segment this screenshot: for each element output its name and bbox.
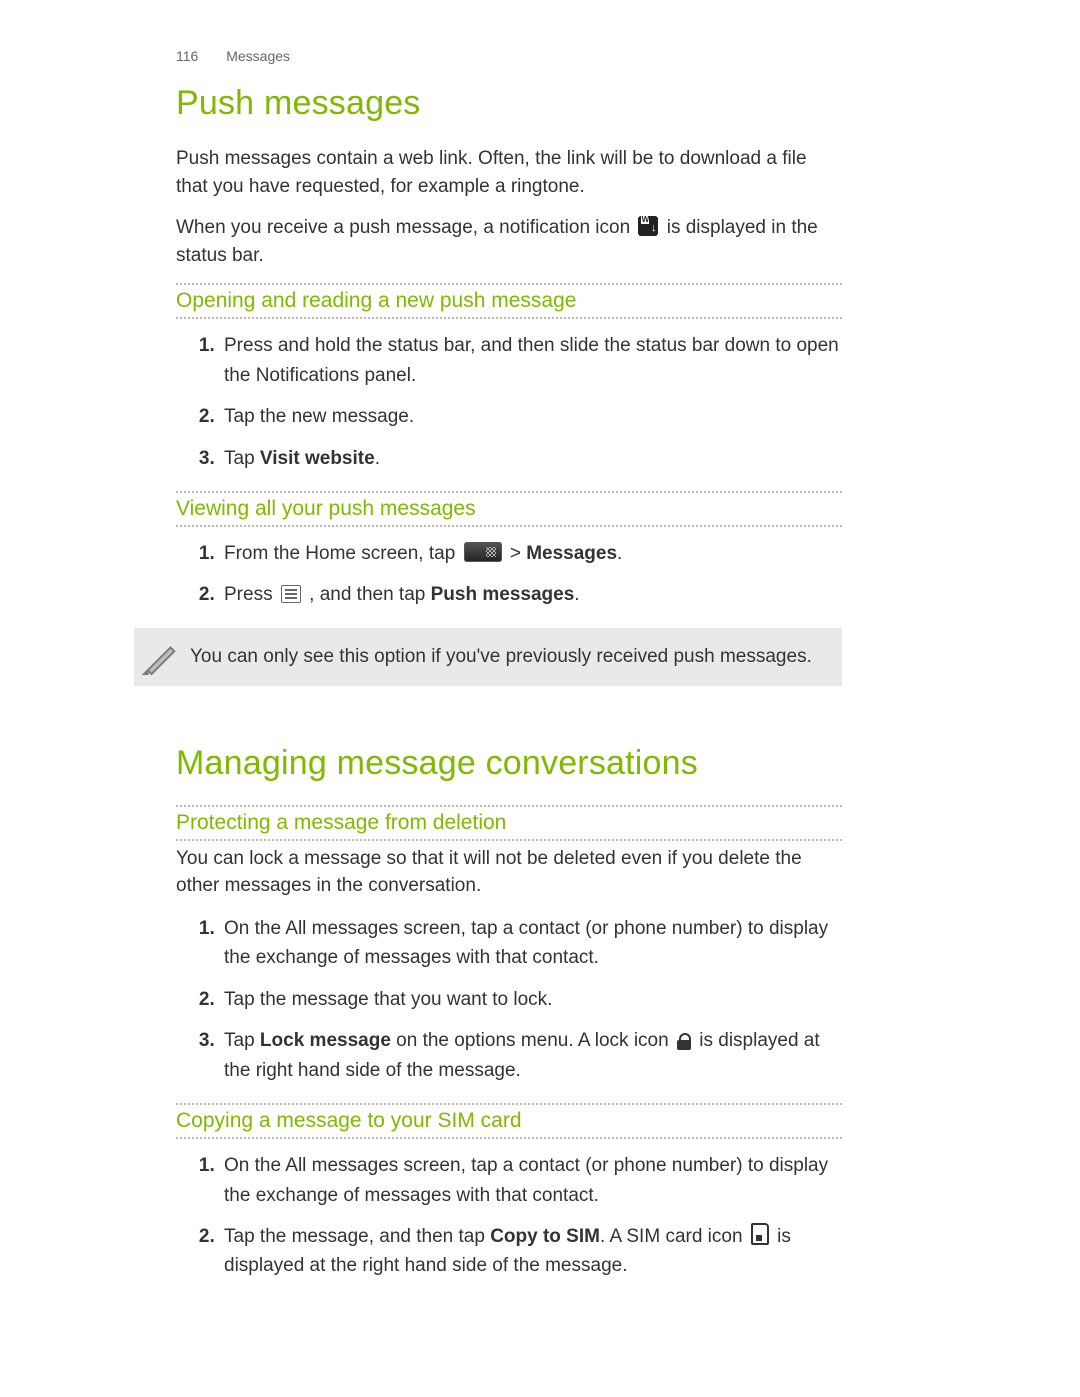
list-item: Tap the message, and then tap Copy to SI… bbox=[220, 1222, 842, 1281]
list-item: Press and hold the status bar, and then … bbox=[220, 331, 842, 390]
list-item: Tap the message that you want to lock. bbox=[220, 985, 842, 1014]
subheading-opening-push: Opening and reading a new push message bbox=[176, 289, 842, 313]
list-item: Tap Lock message on the options menu. A … bbox=[220, 1026, 842, 1085]
text: > bbox=[505, 543, 527, 564]
page-content: Managing message conversations Protectin… bbox=[176, 744, 842, 1281]
steps-viewing-push: From the Home screen, tap > Messages. Pr… bbox=[176, 539, 842, 610]
divider bbox=[176, 491, 842, 493]
push-notification-icon bbox=[638, 216, 658, 236]
text: . A SIM card icon bbox=[600, 1226, 748, 1247]
action-label: Push messages bbox=[431, 584, 575, 605]
divider bbox=[176, 839, 842, 841]
steps-opening-push: Press and hold the status bar, and then … bbox=[176, 331, 842, 473]
paragraph: You can lock a message so that it will n… bbox=[176, 845, 842, 900]
list-item: On the All messages screen, tap a contac… bbox=[220, 914, 842, 973]
list-item: On the All messages screen, tap a contac… bbox=[220, 1151, 842, 1210]
all-apps-icon bbox=[464, 542, 502, 562]
paragraph: Push messages contain a web link. Often,… bbox=[176, 145, 842, 200]
action-label: Messages bbox=[526, 543, 617, 564]
section-name: Messages bbox=[226, 48, 290, 64]
menu-icon bbox=[281, 585, 301, 603]
action-label: Copy to SIM bbox=[490, 1226, 600, 1247]
text: Tap bbox=[224, 448, 260, 469]
document-page: 116 Messages Push messages Push messages… bbox=[0, 0, 1080, 1281]
text: , and then tap bbox=[304, 584, 431, 605]
divider bbox=[176, 805, 842, 807]
text: Tap bbox=[224, 1030, 260, 1051]
divider bbox=[176, 1103, 842, 1105]
text: Press bbox=[224, 584, 278, 605]
subheading-protecting: Protecting a message from deletion bbox=[176, 811, 842, 835]
note-text: You can only see this option if you've p… bbox=[190, 646, 812, 667]
divider bbox=[176, 317, 842, 319]
paragraph: When you receive a push message, a notif… bbox=[176, 214, 842, 269]
page-number: 116 bbox=[176, 48, 198, 64]
heading-managing-conversations: Managing message conversations bbox=[176, 744, 842, 783]
steps-protecting: On the All messages screen, tap a contac… bbox=[176, 914, 842, 1085]
divider bbox=[176, 525, 842, 527]
heading-push-messages: Push messages bbox=[176, 84, 842, 123]
action-label: Lock message bbox=[260, 1030, 391, 1051]
list-item: Press , and then tap Push messages. bbox=[220, 580, 842, 609]
steps-copy-sim: On the All messages screen, tap a contac… bbox=[176, 1151, 842, 1281]
text: Tap the message, and then tap bbox=[224, 1226, 490, 1247]
text: . bbox=[375, 448, 380, 469]
list-item: Tap Visit website. bbox=[220, 444, 842, 473]
list-item: Tap the new message. bbox=[220, 402, 842, 431]
divider bbox=[176, 283, 842, 285]
text: From the Home screen, tap bbox=[224, 543, 461, 564]
note-box: You can only see this option if you've p… bbox=[134, 628, 842, 686]
subheading-copy-sim: Copying a message to your SIM card bbox=[176, 1109, 842, 1133]
page-header: 116 Messages bbox=[176, 48, 840, 64]
text: When you receive a push message, a notif… bbox=[176, 217, 635, 238]
action-label: Visit website bbox=[260, 448, 375, 469]
lock-icon bbox=[677, 1033, 691, 1049]
page-content: Push messages Push messages contain a we… bbox=[176, 84, 842, 610]
text: on the options menu. A lock icon bbox=[391, 1030, 674, 1051]
subheading-viewing-push: Viewing all your push messages bbox=[176, 497, 842, 521]
divider bbox=[176, 1137, 842, 1139]
sim-card-icon bbox=[751, 1223, 769, 1245]
text: . bbox=[574, 584, 579, 605]
pencil-icon bbox=[142, 638, 180, 676]
list-item: From the Home screen, tap > Messages. bbox=[220, 539, 842, 568]
text: . bbox=[617, 543, 622, 564]
